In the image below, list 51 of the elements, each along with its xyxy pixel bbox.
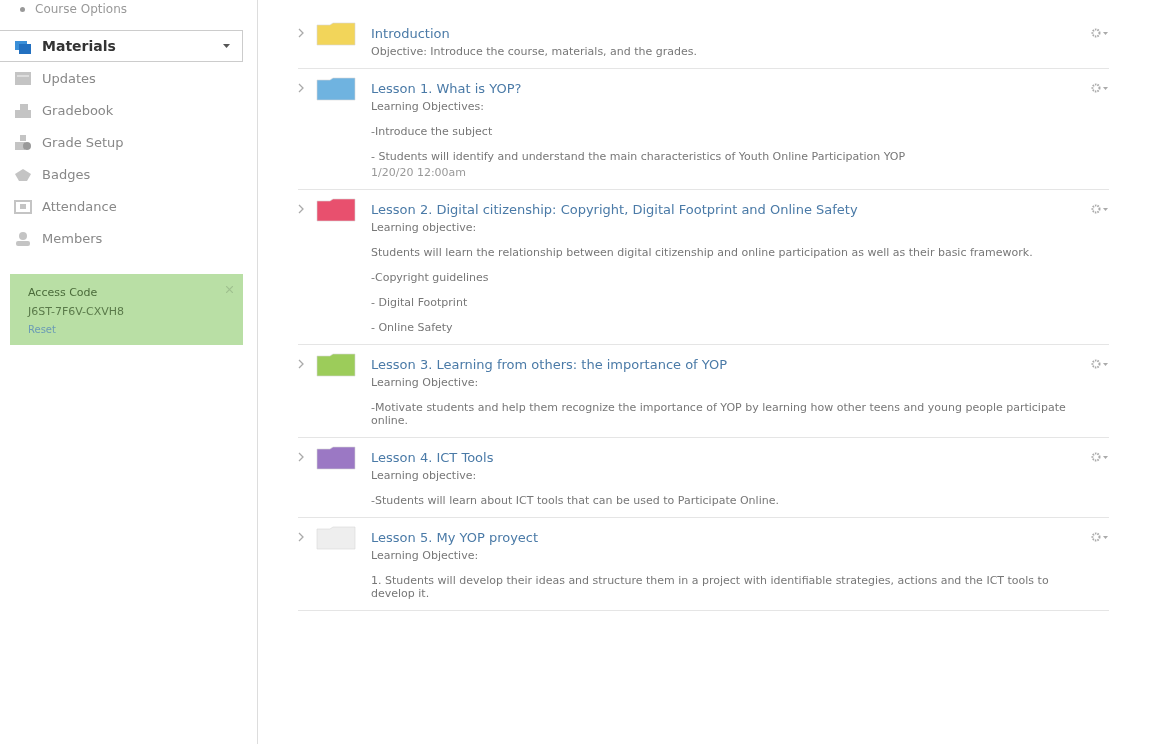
settings-icon[interactable] (1091, 204, 1109, 214)
caret-icon (223, 44, 230, 48)
lesson-description: Learning Objectives: (371, 100, 485, 113)
chevron-icon[interactable] (298, 452, 304, 462)
chevron-icon[interactable] (298, 532, 304, 542)
lesson-title-link[interactable]: Lesson 5. My YOP proyect (371, 530, 1086, 545)
sidebar-item[interactable]: Gradebook (0, 94, 243, 126)
lesson-description: 1. Students will develop their ideas and structure them in a project with identifiable strategies, actions and the ICT tools to develop it. (371, 574, 1050, 600)
lesson-description: Students will learn the relationship between digital citizenship and online participation as well as their basic framework. (371, 246, 1034, 259)
lesson-date: 1/20/20 12:00am (371, 166, 468, 179)
calendar-icon (14, 197, 32, 215)
lesson-title-link[interactable]: Lesson 3. Learning from others: the importance of YOP (371, 357, 1086, 372)
settings-icon[interactable] (1091, 532, 1109, 542)
sidebar-item[interactable]: Badges (0, 158, 243, 190)
lesson-title-link[interactable]: Lesson 2. Digital citizenship: Copyright, Digital Footprint and Online Safety (371, 202, 1086, 217)
chevron-icon[interactable] (298, 28, 304, 38)
settings-icon[interactable] (1091, 452, 1109, 462)
lesson-description: Learning objective: (371, 221, 478, 234)
sidebar-item[interactable]: Members (0, 222, 243, 254)
sidebar-item[interactable]: Grade Setup (0, 126, 243, 158)
close-icon[interactable] (226, 286, 233, 293)
lesson-title-link[interactable]: Lesson 4. ICT Tools (371, 450, 1086, 465)
settings-icon[interactable] (1091, 28, 1109, 38)
lesson-description: Learning objective: (371, 469, 478, 482)
lesson-description: Learning Objective: (371, 549, 480, 562)
chevron-icon[interactable] (298, 359, 304, 369)
lesson-description: Objective: Introduce the course, materials, and the grades. (371, 45, 699, 58)
lesson-description: Learning Objective: (371, 376, 480, 389)
settings-icon[interactable] (1091, 359, 1109, 369)
sidebar-item[interactable]: Materials (0, 30, 243, 62)
list-icon (14, 69, 32, 87)
bullet-icon (20, 6, 25, 12)
lesson-title-link[interactable]: Lesson 1. What is YOP? (371, 81, 1086, 96)
lesson-description: - Online Safety (371, 321, 454, 334)
settings-icon[interactable] (1091, 83, 1109, 93)
lesson-description: -Students will learn about ICT tools that can be used to Participate Online. (371, 494, 780, 507)
lesson-description: - Digital Footprint (371, 296, 469, 309)
lesson-description: -Introduce the subject (371, 125, 494, 138)
access-code: J6ST-7F6V-CXVH8 (28, 305, 126, 318)
person-icon (14, 229, 32, 247)
sidebar-item[interactable]: Course Options (35, 2, 127, 16)
sidebar-item[interactable]: Attendance (0, 190, 243, 222)
access-code-title: Access Code (28, 286, 98, 299)
lesson-description: - Students will identify and understand the main characteristics of Youth Online Participation YOP (371, 150, 907, 163)
chevron-icon[interactable] (298, 83, 304, 93)
lesson-title-link[interactable]: Introduction (371, 26, 1086, 41)
lesson-description: -Motivate students and help them recognize the importance of YOP by learning how other teens and young people participate online. (371, 401, 1067, 427)
lesson-description: -Copyright guidelines (371, 271, 490, 284)
sidebar-item[interactable]: Updates (0, 62, 243, 94)
chevron-icon[interactable] (298, 204, 304, 214)
reset-link[interactable]: Reset (28, 324, 233, 335)
